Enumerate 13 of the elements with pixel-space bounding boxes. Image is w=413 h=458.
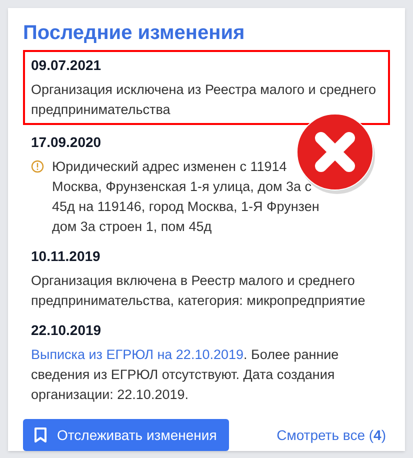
change-date: 22.10.2019 (31, 321, 102, 340)
change-description: Юридический адрес изменен с 11914 Москва, Фрунзенская 1-я улица, дом 3а с 45д на 119146, город Москва, 1-Я Фрунзен дом 3а строен 1, пом 45д (52, 158, 320, 236)
change-date: 17.09.2020 (31, 133, 102, 152)
change-description: Выписка из ЕГРЮЛ на 22.10.2019. Более ранние сведения из ЕГРЮЛ отсутствуют. Дата создания организации: 22.10.2019. (31, 346, 340, 404)
section-title: Последние изменения (23, 21, 246, 46)
bookmark-icon (34, 427, 47, 443)
change-description: Организация включена в Реестр малого и среднего предпринимательства, категория: микропредприятие (31, 272, 366, 310)
track-changes-button[interactable]: Отслеживать изменения (23, 419, 229, 451)
change-date: 09.07.2021 (31, 56, 102, 75)
change-date: 10.11.2019 (31, 247, 102, 266)
extract-link[interactable]: Выписка из ЕГРЮЛ на 22.10.2019 (31, 347, 244, 362)
change-description: Организация исключена из Реестра малого и среднего предпринимательства (31, 81, 378, 119)
view-all-link[interactable]: Смотреть все (4) (276, 424, 386, 446)
